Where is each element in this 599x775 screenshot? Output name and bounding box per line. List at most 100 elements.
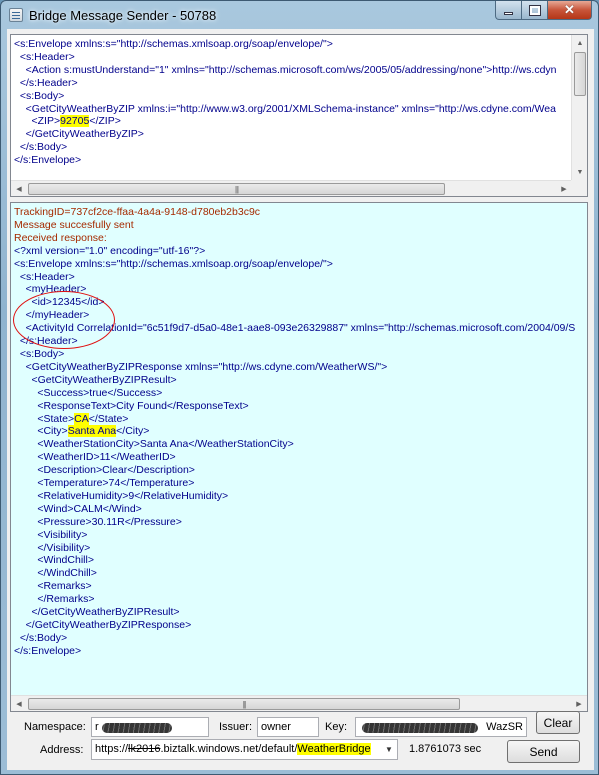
xml-line: </s:Body> (14, 631, 68, 644)
xml-text: </State> (88, 412, 129, 425)
close-icon: ✕ (564, 2, 575, 17)
issuer-value: owner (261, 721, 291, 733)
scroll-right-icon[interactable]: ▶ (556, 181, 572, 197)
xml-line: <Success>true</Success> (14, 386, 163, 399)
xml-line: </s:Body> (14, 141, 68, 154)
namespace-value: r (95, 721, 99, 733)
xml-line: <Temperature>74</Temperature> (14, 477, 195, 490)
response-textbox[interactable]: TrackingID=737cf2ce-ffaa-4a4a-9148-d780e… (10, 202, 588, 712)
xml-line: <City>Santa Ana</City> (14, 425, 575, 438)
app-icon (9, 8, 23, 22)
xml-line: <Visibility> (14, 528, 88, 541)
request-textbox[interactable]: <s:Envelope xmlns:s="http://schemas.xmls… (10, 34, 588, 197)
xml-text: <State> (14, 412, 75, 425)
minimize-icon (504, 11, 513, 15)
xml-text: <City> (14, 425, 68, 438)
grip-icon: ||| (242, 699, 246, 709)
namespace-field[interactable]: r (91, 717, 209, 737)
highlighted-value: 92705 (60, 115, 90, 128)
scroll-right-icon[interactable]: ▶ (571, 696, 587, 711)
window-controls: ✕ (495, 1, 592, 21)
xml-line: </s:Envelope> (14, 154, 82, 167)
xml-line: </Remarks> (14, 593, 95, 606)
address-combobox[interactable]: https://lk2016.biztalk.windows.net/defau… (91, 739, 398, 760)
scroll-thumb[interactable] (574, 52, 586, 96)
xml-text: </ZIP> (89, 115, 121, 128)
scroll-thumb[interactable]: ||| (28, 183, 445, 195)
close-button[interactable]: ✕ (548, 1, 592, 20)
xml-line: </s:Header> (14, 76, 78, 89)
xml-line: <s:Envelope xmlns:s="http://schemas.xmls… (14, 257, 333, 270)
xml-line: </s:Envelope> (14, 644, 82, 657)
client-area: <s:Envelope xmlns:s="http://schemas.xmls… (7, 29, 594, 770)
request-xml-content: <s:Envelope xmlns:s="http://schemas.xmls… (14, 38, 557, 167)
xml-line: <State>CA</State> (14, 412, 575, 426)
minimize-button[interactable] (495, 1, 522, 20)
xml-line: <Wind>CALM</Wind> (14, 502, 142, 515)
maximize-button[interactable] (522, 1, 548, 20)
xml-line: <Description>Clear</Description> (14, 464, 195, 477)
xml-line: </Visibility> (14, 541, 91, 554)
scroll-thumb[interactable]: ||| (28, 698, 460, 710)
xml-line: <s:Envelope xmlns:s="http://schemas.xmls… (14, 38, 333, 50)
annotation-circle (13, 291, 115, 349)
xml-line: <WeatherStationCity>Santa Ana</WeatherSt… (14, 438, 294, 451)
xml-line: <GetCityWeatherByZIPResult> (14, 373, 177, 386)
xml-line: <Pressure>30.11R</Pressure> (14, 515, 182, 528)
app-window: Bridge Message Sender - 50788 ✕ <s:Envel… (0, 0, 599, 775)
request-horizontal-scrollbar[interactable]: ◀ ||| ▶ (11, 180, 572, 196)
scroll-down-icon[interactable]: ▼ (572, 164, 588, 180)
xml-line: <GetCityWeatherByZIP xmlns:i="http://www… (14, 102, 556, 115)
xml-line: <ResponseText>City Found</ResponseText> (14, 399, 249, 412)
xml-line: <s:Header> (14, 270, 75, 283)
highlighted-value: Santa Ana (67, 425, 117, 438)
address-bridge-name: WeatherBridge (297, 743, 371, 755)
xml-line: </GetCityWeatherByZIPResponse> (14, 619, 192, 631)
window-title: Bridge Message Sender - 50788 (29, 8, 217, 23)
xml-line: <WeatherID>11</WeatherID> (14, 451, 176, 464)
xml-line: </GetCityWeatherByZIPResult> (14, 606, 180, 619)
elapsed-time: 1.8761073 sec (409, 743, 482, 755)
maximize-icon (528, 4, 541, 16)
xml-line: <ZIP>92705</ZIP> (14, 115, 557, 128)
status-line: TrackingID=737cf2ce-ffaa-4a4a-9148-d780e… (14, 206, 261, 218)
namespace-label: Namespace: (24, 721, 86, 733)
key-label: Key: (325, 721, 348, 733)
scroll-left-icon[interactable]: ◀ (11, 696, 27, 711)
redaction-mark (362, 723, 478, 733)
xml-line: <WindChill> (14, 554, 94, 567)
key-value: WazSR (486, 721, 523, 733)
highlighted-value: CA (74, 412, 89, 425)
xml-line: <myHeader> (14, 283, 87, 296)
issuer-label: Issuer: (219, 721, 253, 733)
xml-text: <ZIP> (14, 115, 61, 128)
chevron-down-icon[interactable]: ▼ (381, 740, 397, 759)
address-host: .biztalk.windows.net/default/ (160, 743, 298, 755)
send-button[interactable]: Send (507, 740, 580, 763)
key-field[interactable]: WazSR (355, 717, 527, 737)
scroll-up-icon[interactable]: ▲ (572, 35, 588, 51)
issuer-field[interactable]: owner (257, 717, 319, 737)
xml-line: <GetCityWeatherByZIPResponse xmlns="http… (14, 360, 388, 373)
address-prefix: https:// (95, 743, 129, 755)
xml-line: <?xml version="1.0" encoding="utf-16"?> (14, 244, 206, 257)
xml-line: </WindChill> (14, 567, 97, 580)
status-line: Message succesfully sent (14, 218, 134, 231)
clear-button[interactable]: Clear (536, 711, 580, 734)
xml-line: <Remarks> (14, 580, 92, 593)
xml-line: <s:Body> (14, 347, 65, 360)
grip-icon: ||| (234, 184, 239, 194)
status-line: Received response: (14, 231, 107, 244)
scroll-left-icon[interactable]: ◀ (11, 181, 27, 197)
xml-line: <s:Body> (14, 89, 65, 102)
request-vertical-scrollbar[interactable]: ▲ ▼ (571, 35, 587, 180)
xml-text: </City> (116, 425, 150, 438)
response-xml-content: TrackingID=737cf2ce-ffaa-4a4a-9148-d780e… (14, 206, 575, 658)
xml-line: <Action s:mustUnderstand="1" xmlns="http… (14, 63, 557, 76)
address-redacted-segment: lk2016 (128, 743, 161, 755)
title-bar[interactable]: Bridge Message Sender - 50788 ✕ (1, 1, 598, 29)
response-horizontal-scrollbar[interactable]: ◀ ||| ▶ (11, 695, 587, 711)
scroll-corner (571, 180, 587, 196)
xml-line: <RelativeHumidity>9</RelativeHumidity> (14, 489, 229, 502)
xml-line: <s:Header> (14, 50, 75, 63)
